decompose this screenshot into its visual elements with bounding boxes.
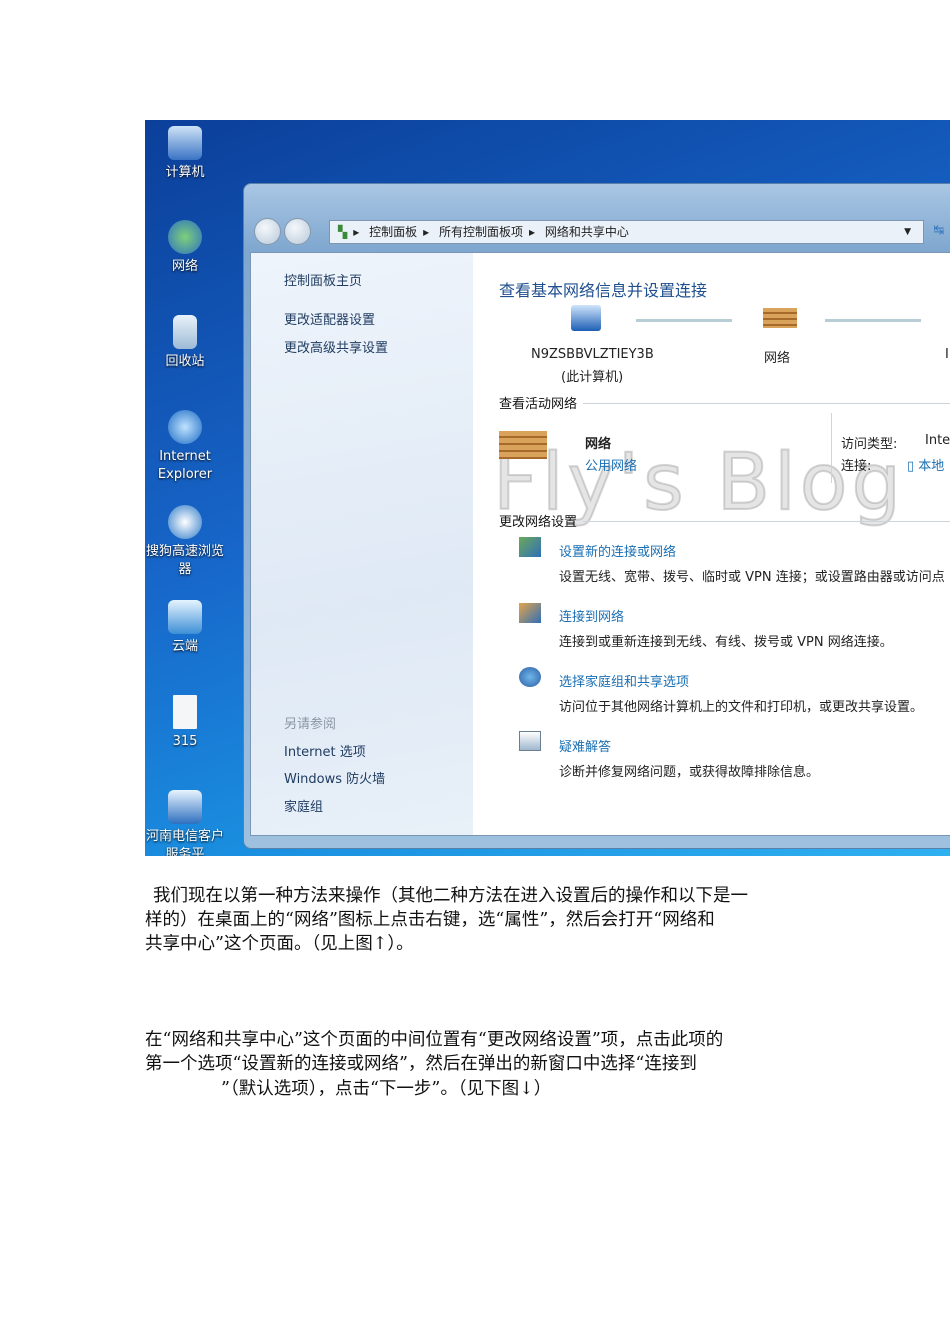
network-icon [168, 220, 202, 254]
paragraph-1-line-3: 共享中心”这个页面。（见上图↑）。 [145, 934, 414, 954]
see-also-title: 另请参阅 [284, 717, 337, 732]
divider [583, 403, 950, 404]
desktop-icon-computer[interactable]: 计算机 [145, 126, 225, 182]
desktop-icon-cloud[interactable]: 云端 [145, 600, 225, 656]
computer-sub: (此计算机) [561, 370, 624, 385]
connector-line [825, 319, 921, 322]
desktop-icon-sogou[interactable]: 搜狗高速浏览器 [145, 505, 225, 579]
chevron-down-icon[interactable]: ▼ [904, 221, 911, 243]
network-type-link[interactable]: 公用网络 [585, 455, 637, 474]
recycle-bin-icon [173, 315, 197, 349]
desktop-icon-315[interactable]: 315 [145, 695, 225, 751]
computer-name: N9ZSBBVLZTIEY3B [531, 347, 654, 362]
sogou-browser-icon [168, 505, 202, 539]
computer-icon [571, 305, 601, 331]
change-advanced-sharing-link[interactable]: 更改高级共享设置 [284, 337, 388, 356]
task-link-connect[interactable]: 连接到网络 [559, 606, 624, 625]
access-type-label: 访问类型: [841, 437, 898, 452]
address-bar[interactable]: ▚ ▸ 控制面板 ▸ 所有控制面板项 ▸ 网络和共享中心 ▼ [329, 220, 924, 244]
content-area: 控制面板主页 更改适配器设置 更改高级共享设置 另请参阅 Internet 选项… [250, 252, 950, 836]
map-internet-label[interactable]: In [945, 347, 950, 362]
paragraph-2-line-1: 在“网络和共享中心”这个页面的中间位置有“更改网络设置”项，点击此项的 [145, 1030, 724, 1050]
divider [583, 521, 950, 522]
connect-network-icon [519, 603, 541, 623]
main-pane: Fly's Blog 查看基本网络信息并设置连接 N9ZSBBVLZTIEY3B… [473, 253, 950, 835]
internet-options-link[interactable]: Internet 选项 [284, 741, 366, 760]
task-desc: 诊断并修复网络问题，或获得故障排除信息。 [559, 765, 820, 780]
homegroup-link[interactable]: 家庭组 [284, 796, 323, 815]
connector-line [636, 319, 732, 322]
map-network-label[interactable]: 网络 [764, 347, 790, 366]
access-type-value: Inte [925, 433, 950, 448]
homegroup-icon [519, 667, 541, 687]
cloud-icon [168, 600, 202, 634]
change-adapter-settings-link[interactable]: 更改适配器设置 [284, 309, 375, 328]
bench-icon [499, 431, 547, 459]
network-sharing-center-window: ▚ ▸ 控制面板 ▸ 所有控制面板项 ▸ 网络和共享中心 ▼ ↹ 控制面板主页 更改适… [243, 183, 950, 849]
windows-firewall-link[interactable]: Windows 防火墙 [284, 768, 385, 787]
bench-icon [763, 308, 797, 328]
adapter-icon: ▯ [907, 459, 919, 474]
page-title: 查看基本网络信息并设置连接 [499, 281, 708, 300]
divider [831, 413, 832, 483]
desktop-icon-network[interactable]: 网络 [145, 220, 225, 276]
task-desc: 连接到或重新连接到无线、有线、拨号或 VPN 网络连接。 [559, 635, 893, 650]
connection-label: 连接: [841, 459, 872, 474]
connection-link[interactable]: ▯ 本地 [907, 455, 944, 474]
task-desc: 设置无线、宽带、拨号、临时或 VPN 连接；或设置路由器或访问点 [559, 570, 945, 585]
new-connection-icon [519, 537, 541, 557]
breadcrumb-item[interactable]: 所有控制面板项 [439, 225, 523, 239]
paragraph-1-line-2: 样的）在桌面上的“网络”图标上点击右键，选“属性”，然后会打开“网络和 [145, 910, 715, 930]
navigation-bar: ▚ ▸ 控制面板 ▸ 所有控制面板项 ▸ 网络和共享中心 ▼ ↹ [254, 218, 950, 246]
desktop-icon-ie[interactable]: Internet Explorer [145, 410, 225, 484]
desktop-icon-recycle-bin[interactable]: 回收站 [145, 315, 225, 371]
task-link-troubleshoot[interactable]: 疑难解答 [559, 736, 611, 755]
troubleshoot-icon [519, 731, 541, 751]
desktop-icon-telecom[interactable]: 河南电信客户服务平 [145, 790, 225, 856]
back-button[interactable] [254, 218, 281, 245]
control-panel-home-link[interactable]: 控制面板主页 [284, 270, 362, 289]
active-network-name: 网络 [585, 437, 612, 452]
breadcrumb-item[interactable]: 网络和共享中心 [545, 225, 629, 239]
left-pane: 控制面板主页 更改适配器设置 更改高级共享设置 另请参阅 Internet 选项… [251, 253, 473, 835]
task-desc: 访问位于其他网络计算机上的文件和打印机，或更改共享设置。 [559, 700, 924, 715]
active-networks-header: 查看活动网络 [499, 397, 578, 412]
breadcrumb-item[interactable]: 控制面板 [369, 225, 417, 239]
change-settings-header: 更改网络设置 [499, 515, 578, 530]
paragraph-1-line-1: 我们现在以第一种方法来操作（其他二种方法在进入设置后的操作和以下是一 [153, 886, 748, 906]
refresh-icon[interactable]: ↹ [926, 220, 950, 244]
document-icon [173, 695, 197, 729]
telecom-icon [168, 790, 202, 824]
control-panel-icon: ▚ [338, 225, 348, 239]
ie-icon [168, 410, 202, 444]
computer-icon [168, 126, 202, 160]
paragraph-2-line-3: ”（默认选项），点击“下一步”。（见下图↓） [221, 1079, 552, 1099]
task-link-homegroup[interactable]: 选择家庭组和共享选项 [559, 671, 689, 690]
screenshot: 计算机 网络 回收站 Internet Explorer 搜狗高速浏览器 云端 … [145, 120, 950, 856]
paragraph-2-line-2: 第一个选项“设置新的连接或网络”，然后在弹出的新窗口中选择“连接到 [145, 1054, 697, 1074]
forward-button[interactable] [284, 218, 311, 245]
task-link-setup-connection[interactable]: 设置新的连接或网络 [559, 541, 676, 560]
